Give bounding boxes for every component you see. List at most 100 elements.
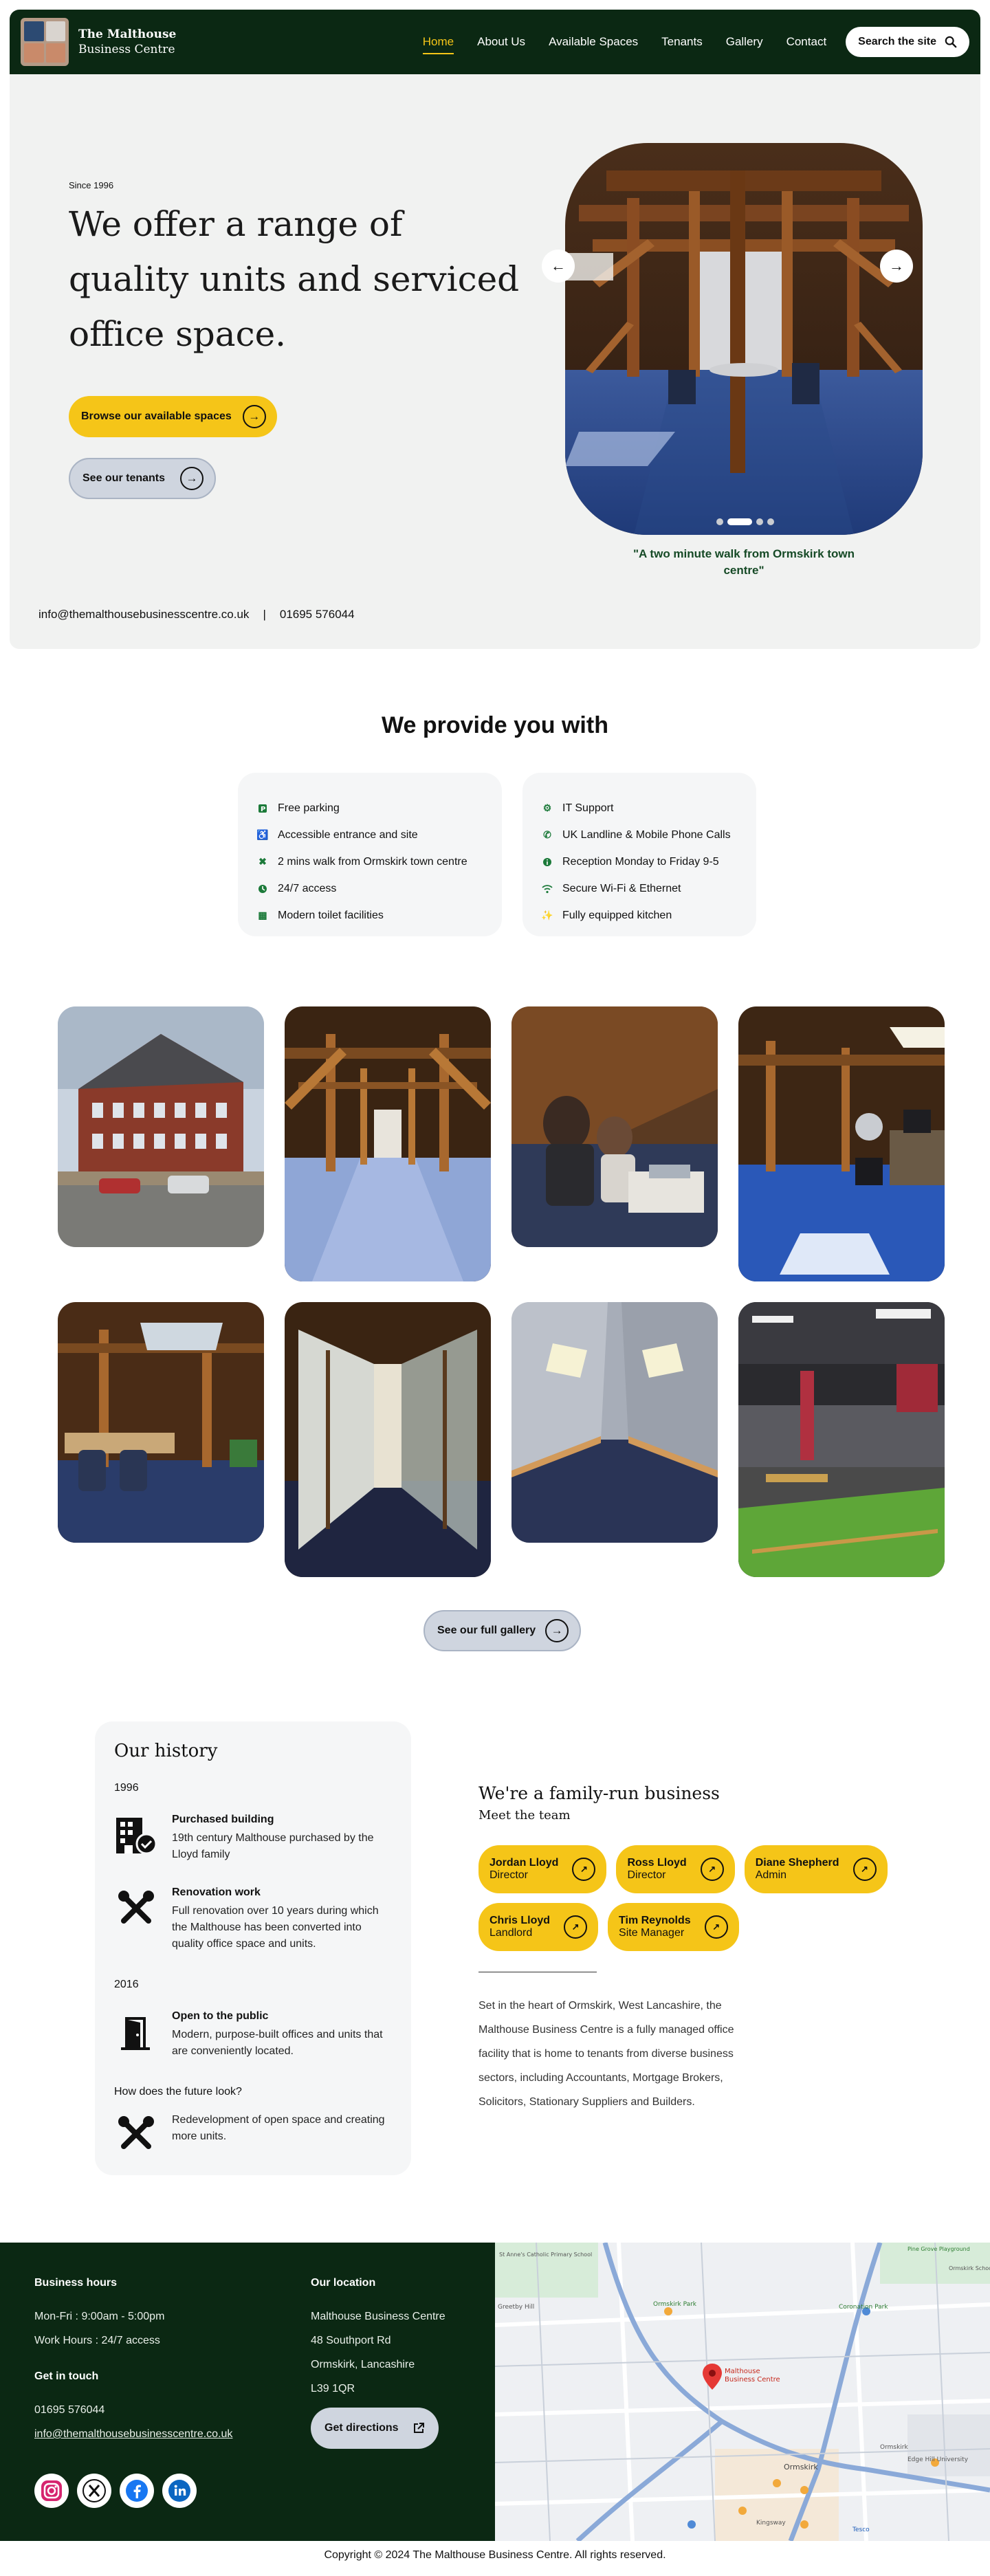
- team-member-chris-lloyd[interactable]: Chris Lloyd Landlord ↗: [478, 1903, 599, 1951]
- get-in-touch-title: Get in touch: [34, 2370, 99, 2382]
- main-nav: Home About Us Available Spaces Tenants G…: [422, 35, 827, 54]
- get-directions-button[interactable]: Get directions: [311, 2408, 439, 2449]
- gallery-image[interactable]: [512, 1302, 718, 1543]
- team-member-ross-lloyd[interactable]: Ross Lloyd Director ↗: [616, 1845, 735, 1893]
- our-location: Our location Malthouse Business Centre 4…: [311, 2277, 446, 2401]
- gallery-image[interactable]: [58, 1302, 264, 1543]
- history-year: 2016: [114, 1979, 139, 1990]
- team-member-tim-reynolds[interactable]: Tim Reynolds Site Manager ↗: [608, 1903, 739, 1951]
- amenity-label: Modern toilet facilities: [278, 909, 384, 921]
- amenity-item: ▩ Modern toilet facilities: [257, 902, 483, 929]
- gallery-image[interactable]: [738, 1006, 945, 1281]
- member-role: Site Manager: [619, 1927, 685, 1939]
- history-card: Our history 1996 Purchased building 19th…: [95, 1721, 411, 2175]
- slider-next-button[interactable]: →: [880, 250, 913, 283]
- browse-spaces-button[interactable]: Browse our available spaces →: [69, 396, 277, 437]
- team-member-diane-shepherd[interactable]: Diane Shepherd Admin ↗: [744, 1845, 888, 1893]
- map-place: Edge Hill University: [908, 2456, 969, 2463]
- slider-dot[interactable]: [767, 518, 774, 525]
- nav-contact[interactable]: Contact: [786, 35, 827, 49]
- amenity-item: 24/7 access: [257, 875, 483, 902]
- expand-icon: ↗: [852, 1858, 877, 1881]
- history-item-title: Renovation work: [172, 1886, 261, 1898]
- parking-icon: P: [257, 803, 268, 814]
- clock-icon: [257, 883, 268, 894]
- search-button[interactable]: Search the site: [846, 27, 969, 57]
- attic-corridor-photo: [285, 1006, 491, 1281]
- footer-phone[interactable]: 01695 576044: [34, 2398, 232, 2422]
- amenity-label: IT Support: [562, 802, 614, 814]
- svg-text:P: P: [261, 806, 265, 813]
- nav-about-us[interactable]: About Us: [477, 35, 525, 49]
- history-item-title: Open to the public: [172, 2010, 269, 2022]
- get-in-touch: Get in touch 01695 576044 info@themaltho…: [34, 2370, 232, 2446]
- wifi-icon: [542, 883, 553, 894]
- amenity-label: Secure Wi-Fi & Ethernet: [562, 882, 681, 894]
- site-footer: Business hours Mon-Fri : 9:00am - 5:00pm…: [0, 2243, 495, 2541]
- see-tenants-label: See our tenants: [82, 472, 166, 484]
- amenities-card-left: P Free parking ♿ Accessible entrance and s…: [238, 773, 502, 936]
- amenity-item: ✆ UK Landline & Mobile Phone Calls: [542, 822, 737, 848]
- gallery-image[interactable]: [512, 1006, 718, 1247]
- hero-phone[interactable]: 01695 576044: [280, 608, 355, 621]
- contact-separator: |: [263, 608, 266, 621]
- logo-icon[interactable]: [21, 18, 69, 66]
- nav-gallery[interactable]: Gallery: [726, 35, 763, 49]
- business-hours: Business hours Mon-Fri : 9:00am - 5:00pm…: [34, 2277, 164, 2353]
- logo-line2: Business Centre: [78, 43, 175, 56]
- building-check-icon: [114, 1814, 158, 1858]
- gallery-image[interactable]: [285, 1302, 491, 1577]
- slider-prev-button[interactable]: ←: [542, 250, 575, 283]
- gallery-image[interactable]: [58, 1006, 264, 1247]
- social-links: [34, 2474, 197, 2508]
- logo-text[interactable]: The Malthouse Business Centre: [78, 27, 176, 57]
- instagram-icon[interactable]: [34, 2474, 69, 2508]
- gallery-image[interactable]: [285, 1006, 491, 1281]
- tools-icon: [114, 2112, 158, 2156]
- arrow-right-icon: →: [545, 1619, 569, 1642]
- team-member-jordan-lloyd[interactable]: Jordan Lloyd Director ↗: [478, 1845, 607, 1893]
- hero-email[interactable]: info@themalthousebusinesscentre.co.uk: [38, 608, 249, 621]
- nav-tenants[interactable]: Tenants: [661, 35, 703, 49]
- member-name: Tim Reynolds: [619, 1915, 691, 1926]
- history-item-title: Purchased building: [172, 1814, 274, 1825]
- nav-available-spaces[interactable]: Available Spaces: [549, 35, 638, 49]
- search-icon: [945, 36, 957, 48]
- building-exterior-photo: [58, 1006, 264, 1247]
- skylight-room-photo: [512, 1302, 718, 1543]
- office-desks-photo: [58, 1302, 264, 1543]
- slider-dot-active[interactable]: [727, 518, 752, 525]
- browse-spaces-label: Browse our available spaces: [81, 410, 232, 422]
- nav-home[interactable]: Home: [422, 35, 454, 54]
- x-icon[interactable]: [77, 2474, 111, 2508]
- see-full-gallery-button[interactable]: See our full gallery →: [424, 1610, 582, 1651]
- hero-image-slider[interactable]: [565, 143, 923, 535]
- kitchen-icon: ✨: [541, 910, 553, 921]
- slider-dot[interactable]: [756, 518, 763, 525]
- amenity-label: 24/7 access: [278, 882, 337, 894]
- linkedin-icon[interactable]: [162, 2474, 197, 2508]
- expand-icon: ↗: [564, 1915, 588, 1939]
- arrow-left-icon: ←: [551, 257, 566, 274]
- history-year: 1996: [114, 1782, 139, 1794]
- hero-contact-line: info@themalthousebusinesscentre.co.uk | …: [38, 608, 355, 621]
- slider-dot[interactable]: [716, 518, 723, 525]
- map-place: Ormskirk: [880, 2444, 908, 2451]
- expand-icon: ↗: [704, 1915, 728, 1939]
- location-map[interactable]: Malthouse Business Centre Ormskirk Ormsk…: [495, 2243, 990, 2541]
- map-place: Ormskirk Park: [653, 2301, 697, 2308]
- map-graphic: Malthouse Business Centre Ormskirk Ormsk…: [495, 2243, 990, 2541]
- info-icon: [542, 857, 553, 868]
- amenity-item: ⚙ IT Support: [542, 795, 737, 822]
- map-place: St Anne's Catholic Primary School: [499, 2252, 592, 2258]
- accessible-icon: ♿: [256, 829, 269, 840]
- facebook-icon[interactable]: [120, 2474, 154, 2508]
- footer-email-link[interactable]: info@themalthousebusinesscentre.co.uk: [34, 2422, 232, 2446]
- expand-icon: ↗: [700, 1858, 724, 1881]
- see-tenants-button[interactable]: See our tenants →: [69, 458, 217, 499]
- history-item: Redevelopment of open space and creating…: [114, 2112, 396, 2156]
- amenity-item: Secure Wi-Fi & Ethernet: [542, 875, 737, 902]
- gallery-image[interactable]: [738, 1302, 945, 1577]
- address-line: Ormskirk, Lancashire: [311, 2359, 415, 2370]
- member-name: Ross Lloyd: [627, 1857, 687, 1869]
